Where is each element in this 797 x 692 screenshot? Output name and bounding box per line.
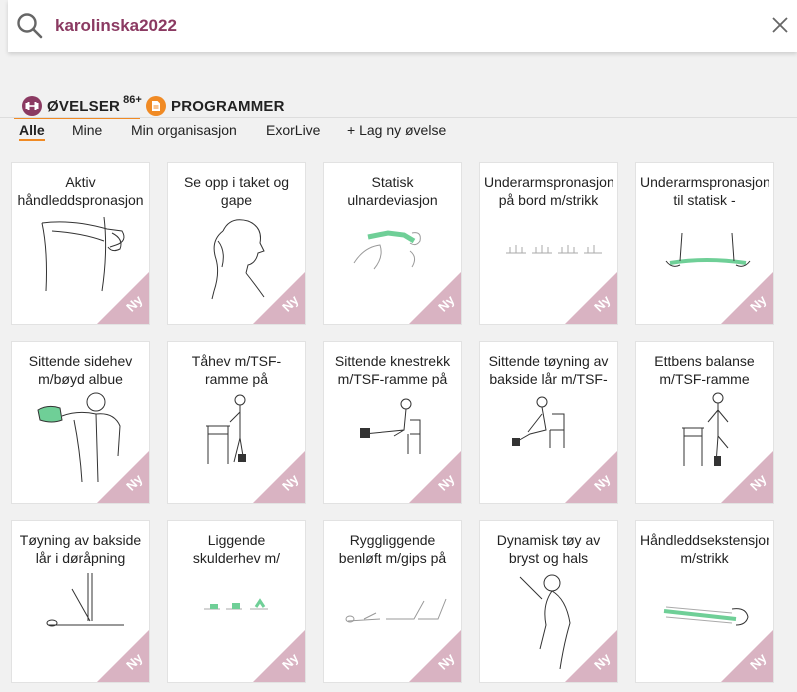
filter-mine[interactable]: Mine xyxy=(72,122,102,138)
new-badge: Ny xyxy=(97,451,149,503)
exercise-card[interactable]: Liggende skulderhev m/ Ny xyxy=(167,520,306,683)
card-title: Sittende knestrekk m/TSF-ramme på xyxy=(334,353,451,387)
filter-exorlive[interactable]: ExorLive xyxy=(266,122,320,138)
exercise-card[interactable]: Sittende tøyning av bakside lår m/TSF- N… xyxy=(479,341,618,504)
filter-tabs: Alle Mine Min organisasjon ExorLive + La… xyxy=(0,122,797,144)
new-badge: Ny xyxy=(565,630,617,682)
tab-programs[interactable]: PROGRAMMER xyxy=(146,94,285,118)
new-badge: Ny xyxy=(721,451,773,503)
create-exercise-link[interactable]: + Lag ny øvelse xyxy=(347,122,446,138)
exercise-card[interactable]: Tøyning av bakside lår i døråpning Ny xyxy=(11,520,150,683)
exercise-card[interactable]: Se opp i taket og gape Ny xyxy=(167,162,306,325)
exercise-card[interactable]: Underarmspronasjon på bord m/strikk Ny xyxy=(479,162,618,325)
exercise-card[interactable]: Ryggliggende benløft m/gips på Ny xyxy=(323,520,462,683)
document-icon xyxy=(146,96,166,116)
card-title: Se opp i taket og gape xyxy=(183,174,290,208)
card-title: Håndleddsekstensjon m/strikk xyxy=(640,532,769,566)
new-badge: Ny xyxy=(721,272,773,324)
tab-exercises[interactable]: ØVELSER 86+ xyxy=(22,94,142,118)
new-badge: Ny xyxy=(97,272,149,324)
exercise-card[interactable]: Håndleddsekstensjon m/strikk Ny xyxy=(635,520,774,683)
new-badge: Ny xyxy=(565,451,617,503)
new-badge: Ny xyxy=(253,451,305,503)
exercise-card[interactable]: Ettbens balanse m/TSF-ramme Ny xyxy=(635,341,774,504)
exercise-card[interactable]: Dynamisk tøy av bryst og hals Ny xyxy=(479,520,618,683)
filter-all[interactable]: Alle xyxy=(19,122,45,141)
tab-programs-label: PROGRAMMER xyxy=(171,97,285,115)
card-title: Liggende skulderhev m/ xyxy=(192,532,281,566)
card-title: Sittende sidehev m/bøyd albue xyxy=(28,353,133,387)
filter-my-organization[interactable]: Min organisasjon xyxy=(131,122,237,138)
new-badge: Ny xyxy=(409,630,461,682)
dumbbell-icon xyxy=(22,96,42,116)
new-badge: Ny xyxy=(565,272,617,324)
exercise-card[interactable]: Underarmspronasjon til statisk - Ny xyxy=(635,162,774,325)
card-title: Dynamisk tøy av bryst og hals xyxy=(496,532,601,566)
new-badge: Ny xyxy=(97,630,149,682)
exercise-card[interactable]: Sittende sidehev m/bøyd albue Ny xyxy=(11,341,150,504)
card-title: Ettbens balanse m/TSF-ramme xyxy=(654,353,755,387)
close-icon[interactable] xyxy=(771,16,789,34)
card-title: Underarmspronasjon på bord m/strikk xyxy=(484,174,613,208)
new-badge: Ny xyxy=(721,630,773,682)
tab-exercises-label: ØVELSER xyxy=(47,97,121,115)
new-badge: Ny xyxy=(253,630,305,682)
exercise-card[interactable]: Tåhev m/TSF-ramme på Ny xyxy=(167,341,306,504)
tabs-divider xyxy=(0,117,797,118)
new-badge: Ny xyxy=(253,272,305,324)
exercise-card[interactable]: Sittende knestrekk m/TSF-ramme på Ny xyxy=(323,341,462,504)
card-title: Aktiv håndleddspronasjon xyxy=(17,174,144,208)
new-badge: Ny xyxy=(409,272,461,324)
exercise-card[interactable]: Statisk ulnardeviasjon Ny xyxy=(323,162,462,325)
card-title: Tøyning av bakside lår i døråpning xyxy=(19,532,142,566)
search-bar[interactable]: karolinska2022 xyxy=(8,0,797,52)
card-title: Sittende tøyning av bakside lår m/TSF- xyxy=(488,353,609,387)
card-title: Ryggliggende benløft m/gips på xyxy=(338,532,447,566)
search-input[interactable]: karolinska2022 xyxy=(55,16,177,36)
exercise-count-badge: 86+ xyxy=(123,94,142,106)
card-title: Underarmspronasjon til statisk - xyxy=(640,174,769,208)
new-badge: Ny xyxy=(409,451,461,503)
search-icon xyxy=(17,13,43,39)
exercise-card[interactable]: Aktiv håndleddspronasjon Ny xyxy=(11,162,150,325)
card-title: Statisk ulnardeviasjon xyxy=(347,174,438,208)
card-title: Tåhev m/TSF-ramme på xyxy=(191,353,282,387)
